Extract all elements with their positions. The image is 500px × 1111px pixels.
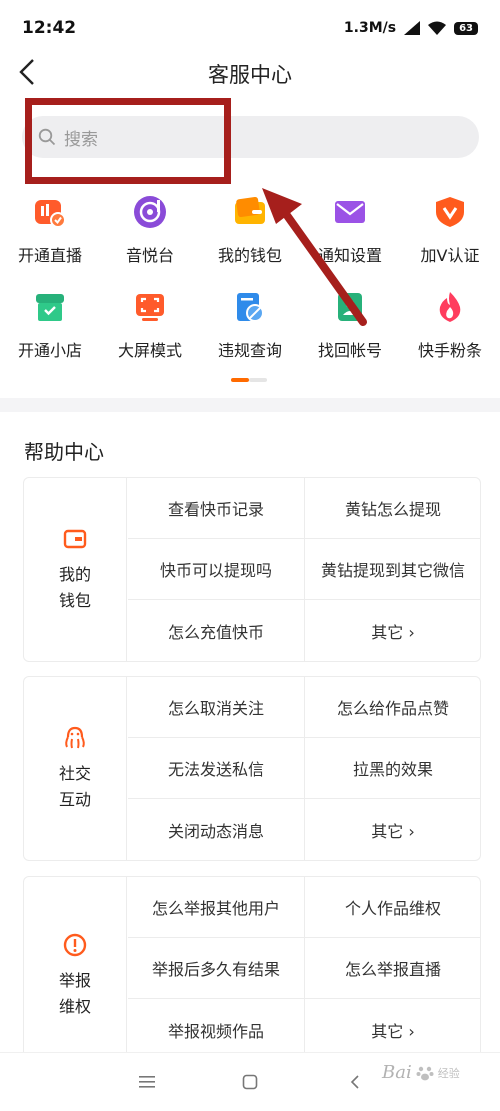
notification-envelope-icon	[332, 194, 368, 230]
help-link[interactable]: 无法发送私信	[128, 738, 305, 799]
shortcut-label: 加V认证	[420, 246, 480, 265]
help-link[interactable]: 个人作品维权	[305, 877, 481, 938]
shortcut-label: 通知设置	[317, 246, 382, 265]
help-center-title: 帮助中心	[24, 440, 104, 464]
help-link[interactable]: 查看快币记录	[128, 478, 305, 539]
help-link[interactable]: 怎么举报直播	[305, 938, 481, 999]
help-link[interactable]: 举报后多久有结果	[128, 938, 305, 999]
shortcut-music[interactable]: 音悦台	[100, 188, 200, 283]
help-card-wallet: 我的 钱包 查看快币记录 黄钻怎么提现 快币可以提现吗 黄钻提现到其它微信 怎么…	[23, 477, 481, 662]
shortcut-grid: 开通直播 音悦台 我的钱包 通知设置 加V认证 开通小店 大屏模式 违规查询 找…	[0, 188, 500, 378]
shortcut-row: 开通直播 音悦台 我的钱包 通知设置 加V认证	[0, 188, 500, 283]
help-more-link[interactable]: 其它 ›	[305, 799, 481, 860]
shortcut-recover[interactable]: 找回帐号	[300, 283, 400, 378]
v-shield-icon	[432, 194, 468, 230]
home-button[interactable]	[235, 1067, 265, 1097]
shortcut-notification[interactable]: 通知设置	[300, 188, 400, 283]
shortcut-promote[interactable]: 快手粉条	[400, 283, 500, 378]
shortcut-label: 开通直播	[17, 246, 82, 265]
shop-icon	[32, 289, 68, 325]
shortcut-label: 音悦台	[125, 246, 174, 265]
shortcut-label: 快手粉条	[417, 341, 482, 360]
shortcut-violation[interactable]: 违规查询	[200, 283, 300, 378]
shortcut-live[interactable]: 开通直播	[0, 188, 100, 283]
category-label: 我的 钱包	[58, 564, 91, 610]
category-label: 举报 维权	[58, 971, 91, 1016]
help-links: 怎么举报其他用户 个人作品维权 举报后多久有结果 怎么举报直播 举报视频作品 其…	[128, 877, 481, 1075]
status-time: 12:42	[22, 18, 77, 38]
exclamation-icon	[63, 933, 87, 957]
help-category: 社交 互动	[24, 677, 127, 860]
account-recover-icon	[332, 289, 368, 325]
network-speed: 1.3M/s	[343, 20, 397, 36]
shortcut-row: 开通小店 大屏模式 违规查询 找回帐号 快手粉条	[0, 283, 500, 378]
shortcut-label: 违规查询	[217, 341, 282, 360]
nav-bar: 客服中心	[0, 50, 500, 96]
shortcut-label: 大屏模式	[117, 341, 182, 360]
violation-search-icon	[232, 289, 268, 325]
help-link[interactable]: 怎么充值快币	[128, 600, 305, 661]
status-bar: 12:42 1.3M/s 63	[0, 0, 500, 50]
paw-icon	[416, 1066, 434, 1080]
page-dot-active	[231, 378, 249, 382]
help-link[interactable]: 黄钻怎么提现	[305, 478, 481, 539]
help-category: 我的 钱包	[24, 478, 127, 661]
help-link[interactable]: 举报视频作品	[128, 999, 305, 1060]
status-indicators: 1.3M/s 63	[344, 20, 478, 36]
signal-icon	[404, 21, 421, 35]
watermark-sub: 经验	[437, 1066, 460, 1080]
help-link[interactable]: 关闭动态消息	[128, 799, 305, 860]
help-links: 查看快币记录 黄钻怎么提现 快币可以提现吗 黄钻提现到其它微信 怎么充值快币 其…	[128, 478, 481, 661]
page-dot	[249, 378, 267, 382]
watermark-text: Bai	[382, 1062, 412, 1083]
shortcut-label: 找回帐号	[317, 341, 382, 360]
shortcut-verify[interactable]: 加V认证	[400, 188, 500, 283]
home-square-icon	[242, 1074, 258, 1090]
menu-icon	[139, 1076, 155, 1088]
help-link[interactable]: 怎么举报其他用户	[128, 877, 305, 938]
help-links: 怎么取消关注 怎么给作品点赞 无法发送私信 拉黑的效果 关闭动态消息 其它 ›	[128, 677, 481, 860]
category-label: 社交 互动	[58, 763, 91, 809]
fullscreen-icon	[132, 289, 168, 325]
shortcut-shop[interactable]: 开通小店	[0, 283, 100, 378]
annotation-highlight-box	[25, 98, 231, 184]
help-link[interactable]: 黄钻提现到其它微信	[305, 539, 481, 600]
shortcut-fullscreen[interactable]: 大屏模式	[100, 283, 200, 378]
menu-button[interactable]	[132, 1067, 162, 1097]
system-back-button[interactable]	[340, 1067, 370, 1097]
wallet-icon	[63, 529, 87, 548]
help-category: 举报 维权	[24, 877, 127, 1075]
shortcut-label: 我的钱包	[217, 246, 282, 265]
baidu-watermark: Bai 经验	[382, 1062, 460, 1083]
octopus-icon	[65, 726, 85, 748]
flame-icon	[432, 289, 468, 325]
help-link[interactable]: 拉黑的效果	[305, 738, 481, 799]
help-card-social: 社交 互动 怎么取消关注 怎么给作品点赞 无法发送私信 拉黑的效果 关闭动态消息…	[23, 676, 481, 861]
shortcut-wallet[interactable]: 我的钱包	[200, 188, 300, 283]
live-broadcast-icon	[32, 194, 68, 230]
wallet-icon	[232, 194, 268, 230]
help-link[interactable]: 怎么给作品点赞	[305, 677, 481, 738]
shortcut-label: 开通小店	[17, 341, 82, 360]
chevron-left-icon	[350, 1075, 359, 1089]
music-disc-icon	[132, 194, 168, 230]
help-link[interactable]: 怎么取消关注	[128, 677, 305, 738]
wifi-icon	[428, 21, 447, 35]
page-indicator	[231, 378, 267, 382]
page-title: 客服中心	[208, 63, 292, 87]
help-more-link[interactable]: 其它 ›	[305, 999, 481, 1060]
help-more-link[interactable]: 其它 ›	[305, 600, 481, 661]
battery-icon: 63	[454, 21, 478, 35]
help-card-report: 举报 维权 怎么举报其他用户 个人作品维权 举报后多久有结果 怎么举报直播 举报…	[23, 876, 481, 1076]
section-divider	[0, 398, 500, 412]
help-link[interactable]: 快币可以提现吗	[128, 539, 305, 600]
